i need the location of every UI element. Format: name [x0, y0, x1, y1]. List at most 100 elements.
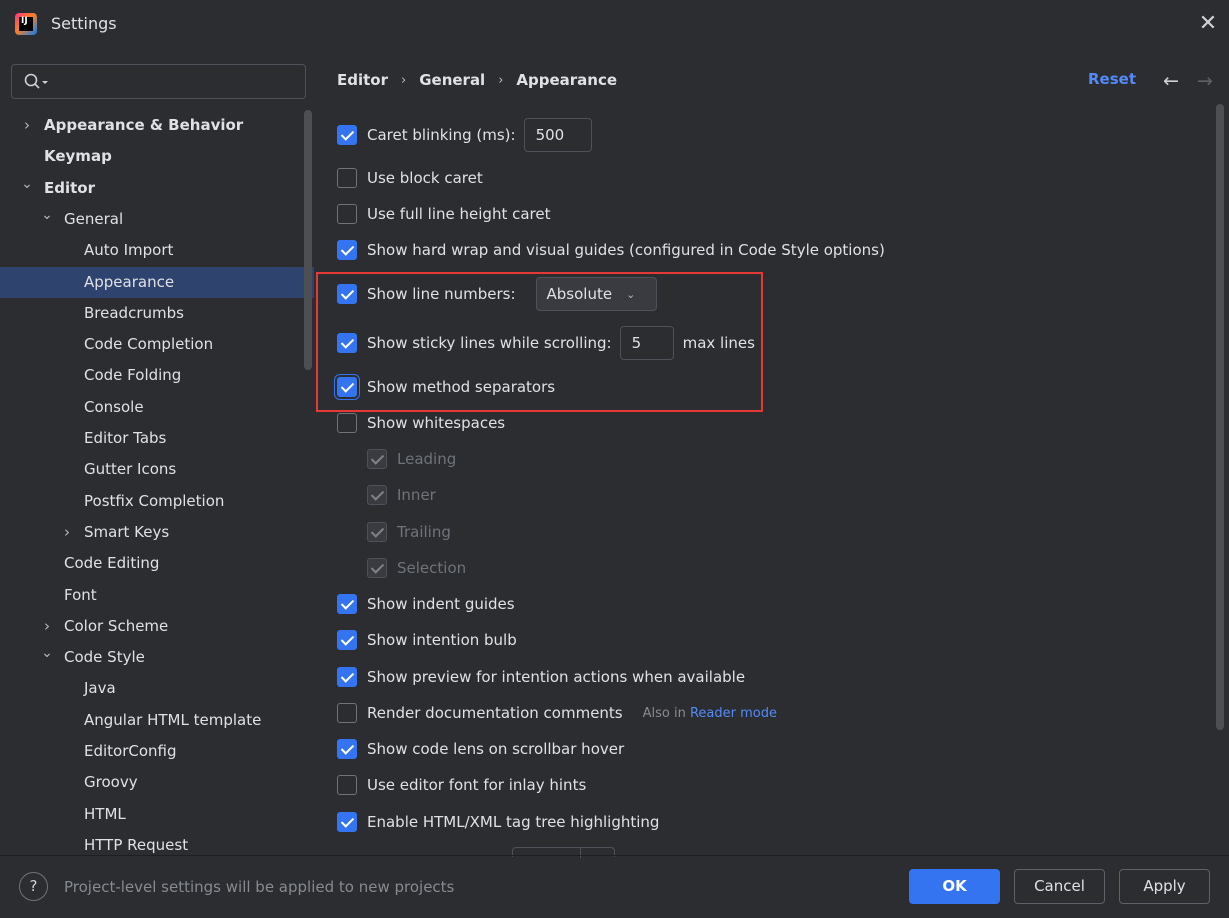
line-numbers-dropdown[interactable]: Absolute ⌄ [535, 277, 657, 311]
reader-mode-link[interactable]: Reader mode [690, 706, 777, 721]
option-leading: Leading [367, 447, 456, 471]
tree-item-keymap[interactable]: Keymap [0, 141, 314, 172]
tree-item-html[interactable]: HTML [0, 799, 314, 830]
selection-checkbox [367, 558, 387, 578]
tree-item-label: Appearance [84, 273, 175, 291]
apply-button[interactable]: Apply [1119, 869, 1210, 904]
option-selection: Selection [367, 556, 466, 580]
tree-item-postfix-completion[interactable]: Postfix Completion [0, 486, 314, 517]
chevron-right-icon[interactable]: › [60, 517, 74, 548]
tree-item-label: HTTP Request [84, 836, 189, 854]
tree-item-color-scheme[interactable]: › Color Scheme [0, 611, 314, 642]
block-caret-label: Use block caret [367, 169, 483, 187]
tree-item-label: Color Scheme [64, 617, 169, 635]
caret-blinking-checkbox[interactable] [337, 125, 357, 145]
tree-item-label: Code Editing [64, 554, 160, 572]
footer-divider [0, 855, 1229, 856]
chevron-down-icon[interactable]: ⌄ [40, 642, 54, 673]
breadcrumb-item-general[interactable]: General [419, 71, 485, 89]
line-numbers-checkbox[interactable] [337, 284, 357, 304]
window-title: Settings [51, 14, 117, 33]
close-icon[interactable]: ✕ [1196, 12, 1220, 36]
whitespaces-checkbox[interactable] [337, 413, 357, 433]
tree-item-console[interactable]: Console [0, 392, 314, 423]
option-whitespaces: Show whitespaces [337, 411, 505, 435]
tree-item-gutter-icons[interactable]: Gutter Icons [0, 454, 314, 485]
tree-item-auto-import[interactable]: Auto Import [0, 235, 314, 266]
tree-scrollbar[interactable] [304, 110, 312, 370]
tree-item-angular-html-template[interactable]: Angular HTML template [0, 705, 314, 736]
tree-item-label: Editor Tabs [84, 429, 167, 447]
breadcrumb-separator-icon: › [498, 72, 504, 88]
preview-intention-checkbox[interactable] [337, 667, 357, 687]
tree-item-code-folding[interactable]: Code Folding [0, 360, 314, 391]
inlay-font-label: Use editor font for inlay hints [367, 776, 587, 794]
tree-item-font[interactable]: Font [0, 580, 314, 611]
settings-search-box[interactable] [11, 64, 306, 99]
inlay-font-checkbox[interactable] [337, 775, 357, 795]
tree-item-code-editing[interactable]: Code Editing [0, 548, 314, 579]
back-arrow-icon[interactable]: ← [1160, 70, 1182, 92]
tree-item-http-request[interactable]: HTTP Request [0, 830, 314, 855]
tree-item-code-completion[interactable]: Code Completion [0, 329, 314, 360]
tree-item-editorconfig[interactable]: EditorConfig [0, 736, 314, 767]
intellij-logo-icon: IJ [15, 13, 37, 35]
option-inner: Inner [367, 483, 436, 507]
ok-button[interactable]: OK [909, 869, 1000, 904]
full-line-caret-checkbox[interactable] [337, 204, 357, 224]
tree-item-code-style[interactable]: ⌄ Code Style [0, 642, 314, 673]
option-render-docs: Render documentation comments Also in Re… [337, 701, 777, 725]
tree-item-breadcrumbs[interactable]: Breadcrumbs [0, 298, 314, 329]
breadcrumb-item-editor[interactable]: Editor [337, 71, 388, 89]
chevron-down-icon[interactable]: ⌄ [40, 204, 54, 235]
leading-label: Leading [397, 450, 457, 468]
intention-bulb-checkbox[interactable] [337, 630, 357, 650]
option-hard-wrap: Show hard wrap and visual guides (config… [337, 238, 885, 262]
option-indent-guides: Show indent guides [337, 592, 515, 616]
tree-item-editor-tabs[interactable]: Editor Tabs [0, 423, 314, 454]
sticky-lines-suffix: max lines [682, 334, 755, 352]
hard-wrap-checkbox[interactable] [337, 240, 357, 260]
indent-guides-label: Show indent guides [367, 595, 515, 613]
search-icon[interactable] [24, 73, 50, 91]
tree-item-label: HTML [84, 805, 126, 823]
tree-item-editor[interactable]: ⌄ Editor [0, 173, 314, 204]
tree-item-appearance-behavior[interactable]: › Appearance & Behavior [0, 110, 314, 141]
tree-item-java[interactable]: Java [0, 673, 314, 704]
block-caret-checkbox[interactable] [337, 168, 357, 188]
help-icon[interactable]: ? [19, 872, 48, 901]
caret-blinking-input[interactable] [523, 118, 592, 152]
tree-item-label: Groovy [84, 773, 138, 791]
method-separators-checkbox[interactable] [337, 377, 357, 397]
code-lens-checkbox[interactable] [337, 739, 357, 759]
tag-tree-label: Enable HTML/XML tag tree highlighting [367, 813, 660, 831]
render-docs-checkbox[interactable] [337, 703, 357, 723]
tree-item-general[interactable]: ⌄ General [0, 204, 314, 235]
tree-item-label: Smart Keys [84, 523, 170, 541]
settings-search-input[interactable] [54, 67, 299, 96]
tree-item-smart-keys[interactable]: › Smart Keys [0, 517, 314, 548]
tree-item-label: Code Folding [84, 366, 182, 384]
sticky-lines-checkbox[interactable] [337, 333, 357, 353]
tag-tree-checkbox[interactable] [337, 812, 357, 832]
content-scrollbar[interactable] [1216, 104, 1224, 730]
leading-checkbox [367, 449, 387, 469]
cancel-button[interactable]: Cancel [1014, 869, 1105, 904]
reset-link[interactable]: Reset [1088, 70, 1136, 88]
chevron-right-icon[interactable]: › [40, 611, 54, 642]
tree-item-label: Gutter Icons [84, 460, 177, 478]
option-trailing: Trailing [367, 520, 451, 544]
chevron-down-icon[interactable]: ⌄ [20, 173, 34, 204]
tree-item-groovy[interactable]: Groovy [0, 767, 314, 798]
line-numbers-label: Show line numbers: [367, 285, 516, 303]
option-full-line-caret: Use full line height caret [337, 202, 551, 226]
inner-checkbox [367, 485, 387, 505]
chevron-right-icon[interactable]: › [20, 110, 34, 141]
sticky-lines-input[interactable] [619, 326, 674, 360]
option-preview-intention: Show preview for intention actions when … [337, 665, 745, 689]
tree-item-appearance[interactable]: Appearance [0, 267, 314, 298]
indent-guides-checkbox[interactable] [337, 594, 357, 614]
tree-item-label: Editor [44, 179, 95, 197]
tree-item-label: Font [64, 586, 97, 604]
tree-item-label: Code Style [64, 648, 145, 666]
